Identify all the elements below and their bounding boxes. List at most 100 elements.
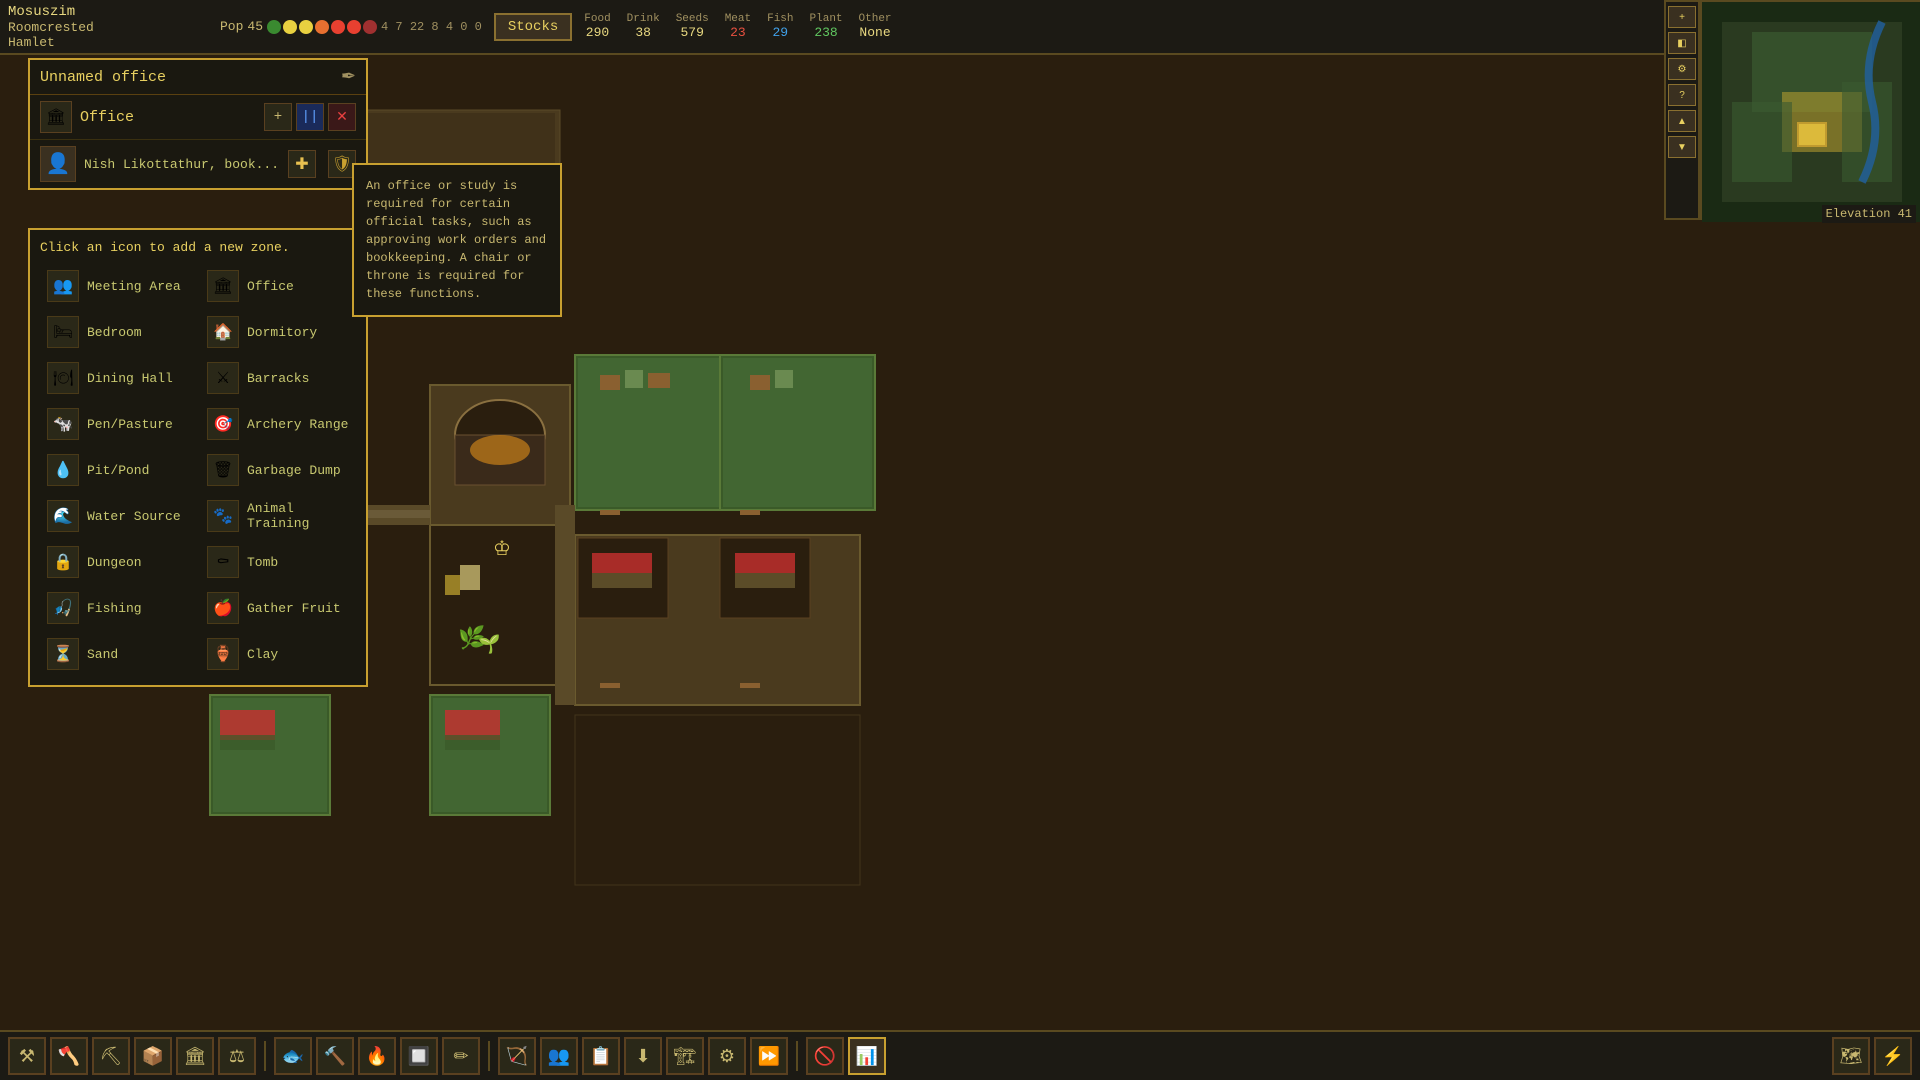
dormitory-icon: 🏠 xyxy=(207,316,239,348)
barracks-icon: ⚔ xyxy=(207,362,239,394)
toolbar-btn-right2[interactable]: ⚡ xyxy=(1874,1037,1912,1075)
zone-item-dormitory[interactable]: 🏠 Dormitory xyxy=(200,311,356,353)
toolbar-btn-designate[interactable]: ✏ xyxy=(442,1037,480,1075)
zone-item-tomb[interactable]: ⚰ Tomb xyxy=(200,541,356,583)
fort-type: Roomcrested xyxy=(8,20,208,35)
pop-value: 45 xyxy=(247,19,263,34)
bottom-bar: ⚒ 🪓 ⛏ 📦 🏛 ⚖ 🐟 🔨 🔥 🔲 ✏ 🏹 👥 📋 ⬇ 🏗 ⚙ ⏩ 🚫 📊 … xyxy=(0,1030,1920,1080)
other-label: Other xyxy=(859,13,892,25)
toolbar-btn-buildings[interactable]: 🏗 xyxy=(666,1037,704,1075)
svg-text:🌱: 🌱 xyxy=(478,634,500,656)
toolbar-btn-units[interactable]: 👥 xyxy=(540,1037,578,1075)
minimap-ctrl-4[interactable]: ? xyxy=(1668,84,1696,106)
zone-item-gather-fruit[interactable]: 🍎 Gather Fruit xyxy=(200,587,356,629)
zone-item-clay[interactable]: 🏺 Clay xyxy=(200,633,356,675)
toolbar-btn-stockpiles[interactable]: 📦 xyxy=(134,1037,172,1075)
zone-item-pen-pasture[interactable]: 🐄 Pen/Pasture xyxy=(40,403,196,445)
office-zone-label: Office xyxy=(80,109,256,126)
top-bar: Mosuszim Roomcrested Hamlet Pop 45 4 7 2… xyxy=(0,0,1920,55)
office-panel: Unnamed office ✒ 🏛 Office + || ✕ 👤 Nish … xyxy=(28,58,368,190)
toolbar-btn-jobs[interactable]: 📋 xyxy=(582,1037,620,1075)
toolbar-btn-mining[interactable]: ⚒ xyxy=(8,1037,46,1075)
zone-item-barracks[interactable]: ⚔ Barracks xyxy=(200,357,356,399)
zone-grid: 👥 Meeting Area 🏛 Office 🛏 Bedroom 🏠 Dorm… xyxy=(40,265,356,675)
toolbar-separator-3 xyxy=(796,1041,798,1071)
pop-label: Pop xyxy=(220,19,243,34)
zone-item-fishing[interactable]: 🎣 Fishing xyxy=(40,587,196,629)
minimap-zoom-in[interactable]: + xyxy=(1668,6,1696,28)
tooltip-text: An office or study is required for certa… xyxy=(366,179,546,301)
zone-item-dining-hall[interactable]: 🍽 Dining Hall xyxy=(40,357,196,399)
worker-assign-button[interactable]: ✚ xyxy=(288,150,316,178)
zone-item-pit-pond[interactable]: 💧 Pit/Pond xyxy=(40,449,196,491)
tomb-icon: ⚰ xyxy=(207,546,239,578)
fort-subtype: Hamlet xyxy=(8,35,208,50)
fort-name: Mosuszim xyxy=(8,4,208,20)
toolbar-btn-workshop[interactable]: ⚙ xyxy=(708,1037,746,1075)
toolbar-btn-wood[interactable]: 🪓 xyxy=(50,1037,88,1075)
pop-icon-4 xyxy=(315,20,329,34)
zone-item-meeting-area[interactable]: 👥 Meeting Area xyxy=(40,265,196,307)
pause-button[interactable]: || xyxy=(296,103,324,131)
zone-item-water-source[interactable]: 🌊 Water Source xyxy=(40,495,196,537)
archery-range-icon: 🎯 xyxy=(207,408,239,440)
office-tooltip: An office or study is required for certa… xyxy=(352,163,562,317)
zone-item-archery-range[interactable]: 🎯 Archery Range xyxy=(200,403,356,445)
minimap-ctrl-2[interactable]: ◧ xyxy=(1668,32,1696,54)
minimap-elev-up[interactable]: ▲ xyxy=(1668,110,1696,132)
resource-food: Food 290 xyxy=(584,13,610,40)
water-source-icon: 🌊 xyxy=(47,500,79,532)
toolbar-btn-extra1[interactable]: 📊 xyxy=(848,1037,886,1075)
resource-other: Other None xyxy=(859,13,892,40)
zone-item-sand[interactable]: ⏳ Sand xyxy=(40,633,196,675)
worker-name: Nish Likottathur, book... xyxy=(84,157,280,172)
barracks-label: Barracks xyxy=(247,371,309,386)
zone-item-bedroom[interactable]: 🛏 Bedroom xyxy=(40,311,196,353)
drink-value: 38 xyxy=(635,25,651,40)
zone-item-garbage-dump[interactable]: 🗑 Garbage Dump xyxy=(200,449,356,491)
minimap-ctrl-3[interactable]: ⚙ xyxy=(1668,58,1696,80)
office-icon: 🏛 xyxy=(207,270,239,302)
toolbar-btn-orders[interactable]: ⚖ xyxy=(218,1037,256,1075)
pop-nums: 4 7 22 8 4 0 0 xyxy=(381,20,482,34)
svg-text:♔: ♔ xyxy=(493,539,511,562)
pit-pond-icon: 💧 xyxy=(47,454,79,486)
meeting-area-label: Meeting Area xyxy=(87,279,181,294)
toolbar-btn-select[interactable]: 🔲 xyxy=(400,1037,438,1075)
clay-icon: 🏺 xyxy=(207,638,239,670)
fort-info: Mosuszim Roomcrested Hamlet xyxy=(8,4,208,50)
toolbar-btn-fire[interactable]: 🔥 xyxy=(358,1037,396,1075)
pit-pond-label: Pit/Pond xyxy=(87,463,149,478)
toolbar-btn-zones[interactable]: 🐟 xyxy=(274,1037,312,1075)
food-label: Food xyxy=(584,13,610,25)
minimap-elev-down[interactable]: ▼ xyxy=(1668,136,1696,158)
zone-panel-title: Click an icon to add a new zone. xyxy=(40,240,356,255)
zone-panel: Click an icon to add a new zone. 👥 Meeti… xyxy=(28,228,368,687)
toolbar-btn-cancel[interactable]: 🚫 xyxy=(806,1037,844,1075)
zone-item-dungeon[interactable]: 🔒 Dungeon xyxy=(40,541,196,583)
resource-bar: Food 290 Drink 38 Seeds 579 Meat 23 Fish… xyxy=(584,13,891,40)
animal-training-icon: 🐾 xyxy=(207,500,239,532)
toolbar-btn-more[interactable]: ⏩ xyxy=(750,1037,788,1075)
bedroom-label: Bedroom xyxy=(87,325,142,340)
pop-icons xyxy=(267,20,377,34)
seeds-label: Seeds xyxy=(676,13,709,25)
toolbar-right: 🗺 ⚡ xyxy=(1832,1037,1912,1075)
office-zone-icon: 🏛 xyxy=(40,101,72,133)
toolbar-btn-dig2[interactable]: 🔨 xyxy=(316,1037,354,1075)
zone-item-office[interactable]: 🏛 Office xyxy=(200,265,356,307)
toolbar-btn-dig[interactable]: ⛏ xyxy=(92,1037,130,1075)
add-button[interactable]: + xyxy=(264,103,292,131)
resource-plant: Plant 238 xyxy=(810,13,843,40)
office-title: Unnamed office xyxy=(40,69,166,86)
toolbar-btn-rooms[interactable]: 🏛 xyxy=(176,1037,214,1075)
toolbar-btn-down[interactable]: ⬇ xyxy=(624,1037,662,1075)
resource-drink: Drink 38 xyxy=(627,13,660,40)
toolbar-btn-right1[interactable]: 🗺 xyxy=(1832,1037,1870,1075)
pen-pasture-icon: 🐄 xyxy=(47,408,79,440)
toolbar-btn-military[interactable]: 🏹 xyxy=(498,1037,536,1075)
stocks-button[interactable]: Stocks xyxy=(494,13,572,41)
close-button[interactable]: ✕ xyxy=(328,103,356,131)
zone-item-animal-training[interactable]: 🐾 Animal Training xyxy=(200,495,356,537)
mini-map xyxy=(1700,0,1920,220)
